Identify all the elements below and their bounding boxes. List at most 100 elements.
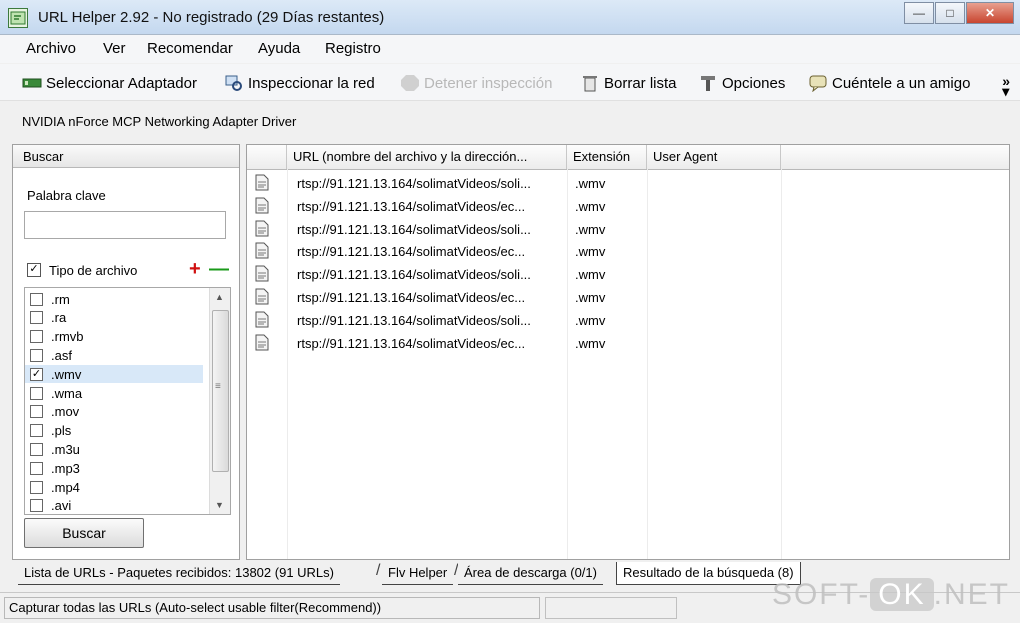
- extension-cell: .wmv: [575, 244, 606, 260]
- chat-bubble-icon: [808, 74, 828, 92]
- column-url[interactable]: URL (nombre del archivo y la dirección..…: [287, 145, 567, 169]
- table-row[interactable]: rtsp://91.121.13.164/solimatVideos/ec...…: [247, 332, 1009, 355]
- extension-label: .mov: [51, 404, 80, 420]
- column-extension[interactable]: Extensión: [567, 145, 647, 169]
- menu-ayuda[interactable]: Ayuda: [258, 40, 300, 57]
- results-grid: URL (nombre del archivo y la dirección..…: [246, 144, 1010, 560]
- extension-label: .m3u: [51, 441, 80, 457]
- extension-checkbox[interactable]: [30, 480, 43, 494]
- file-icon: [255, 220, 269, 237]
- extension-cell: .wmv: [575, 198, 606, 214]
- extension-item[interactable]: .ra: [25, 309, 203, 327]
- scroll-down-icon[interactable]: ▼: [215, 500, 224, 510]
- toolbar: Seleccionar Adaptador Inspeccionar la re…: [0, 64, 1020, 101]
- tab-download-area[interactable]: Área de descarga (0/1): [458, 562, 603, 585]
- inspect-network-icon: [224, 74, 244, 92]
- table-row[interactable]: rtsp://91.121.13.164/solimatVideos/soli.…: [247, 263, 1009, 286]
- table-row[interactable]: rtsp://91.121.13.164/solimatVideos/soli.…: [247, 309, 1009, 332]
- url-cell: rtsp://91.121.13.164/solimatVideos/soli.…: [297, 312, 531, 328]
- url-cell: rtsp://91.121.13.164/solimatVideos/ec...: [297, 290, 526, 305]
- extension-item[interactable]: .pls: [25, 422, 203, 440]
- extension-cell: .wmv: [575, 176, 606, 191]
- extension-checkbox[interactable]: [30, 330, 43, 344]
- extension-item[interactable]: ✓ .wmv: [25, 365, 203, 384]
- extension-checkbox[interactable]: [30, 405, 43, 419]
- file-icon: [255, 197, 269, 214]
- add-icon[interactable]: +: [189, 258, 201, 281]
- search-button[interactable]: Buscar: [24, 518, 144, 548]
- extension-cell: .wmv: [575, 290, 606, 305]
- table-row[interactable]: rtsp://91.121.13.164/solimatVideos/ec...…: [247, 286, 1009, 309]
- window-controls: — □ ✕: [903, 2, 1014, 24]
- inspect-network-button[interactable]: Inspeccionar la red: [224, 72, 375, 94]
- extension-item[interactable]: .mov: [25, 403, 203, 421]
- file-icon: [255, 288, 269, 305]
- stop-inspection-button[interactable]: Detener inspección: [400, 72, 552, 94]
- extension-checkbox[interactable]: [30, 424, 43, 438]
- clear-list-button[interactable]: Borrar lista: [580, 72, 677, 94]
- extension-cell: .wmv: [575, 267, 606, 283]
- extension-item[interactable]: .rmvb: [25, 328, 203, 346]
- extension-checkbox[interactable]: ✓: [30, 367, 43, 381]
- extension-item[interactable]: .rm: [25, 290, 203, 308]
- table-row[interactable]: rtsp://91.121.13.164/solimatVideos/soli.…: [247, 218, 1009, 241]
- extension-list-scrollbar[interactable]: ▲ ≡ ▼: [209, 288, 230, 514]
- status-text: Capturar todas las URLs (Auto-select usa…: [4, 597, 540, 619]
- extension-checkbox[interactable]: [30, 499, 43, 513]
- extension-checkbox[interactable]: [30, 461, 43, 475]
- network-card-icon: [22, 74, 42, 92]
- menu-recomendar[interactable]: Recomendar: [147, 40, 233, 57]
- extension-label: .rmvb: [51, 329, 84, 345]
- table-row[interactable]: rtsp://91.121.13.164/solimatVideos/soli.…: [247, 172, 1009, 195]
- extension-checkbox[interactable]: [30, 348, 43, 362]
- adapter-name: NVIDIA nForce MCP Networking Adapter Dri…: [22, 114, 297, 129]
- window-title: URL Helper 2.92 - No registrado (29 Días…: [38, 9, 385, 26]
- menu-registro[interactable]: Registro: [325, 40, 381, 57]
- search-panel-header: Buscar: [13, 145, 239, 168]
- tab-separator: /: [376, 562, 381, 579]
- close-button[interactable]: ✕: [966, 2, 1014, 24]
- extension-item[interactable]: .avi: [25, 497, 203, 514]
- inspect-network-label: Inspeccionar la red: [248, 74, 375, 92]
- tell-friend-button[interactable]: Cuéntele a un amigo: [808, 72, 970, 94]
- file-icon: [255, 265, 269, 282]
- menu-archivo[interactable]: Archivo: [26, 40, 76, 57]
- maximize-button[interactable]: □: [935, 2, 965, 24]
- menu-ver[interactable]: Ver: [103, 40, 126, 57]
- extension-item[interactable]: .wma: [25, 384, 203, 402]
- watermark-ok: OK: [870, 578, 934, 611]
- tab-url-list[interactable]: Lista de URLs - Paquetes recibidos: 1380…: [18, 562, 340, 585]
- grid-icon-column[interactable]: [247, 145, 287, 169]
- file-icon: [255, 311, 269, 328]
- keyword-label: Palabra clave: [27, 188, 106, 203]
- extension-item[interactable]: .mp3: [25, 459, 203, 477]
- extension-checkbox[interactable]: [30, 292, 43, 306]
- select-adapter-button[interactable]: Seleccionar Adaptador: [22, 72, 197, 94]
- extension-item[interactable]: .mp4: [25, 478, 203, 496]
- extension-checkbox[interactable]: [30, 442, 43, 456]
- keyword-input[interactable]: [24, 211, 226, 239]
- watermark: SOFT- OK .NET: [772, 578, 1010, 612]
- remove-icon[interactable]: —: [209, 258, 229, 281]
- options-button[interactable]: Opciones: [698, 72, 785, 94]
- extension-item[interactable]: .asf: [25, 346, 203, 364]
- clear-list-label: Borrar lista: [604, 74, 677, 92]
- column-user-agent[interactable]: User Agent: [647, 145, 781, 169]
- filetype-checkbox[interactable]: ✓: [27, 263, 41, 277]
- table-row[interactable]: rtsp://91.121.13.164/solimatVideos/ec...…: [247, 195, 1009, 218]
- url-cell: rtsp://91.121.13.164/solimatVideos/ec...: [297, 198, 526, 214]
- grid-header: URL (nombre del archivo y la dirección..…: [247, 145, 1009, 170]
- scroll-up-icon[interactable]: ▲: [215, 292, 224, 302]
- toolbar-overflow-icon[interactable]: » ▾: [1002, 74, 1010, 98]
- extension-label: .asf: [51, 347, 72, 363]
- table-row[interactable]: rtsp://91.121.13.164/solimatVideos/ec...…: [247, 240, 1009, 263]
- extension-list: ▲ ≡ ▼ .rm .ra .rmvb .asf ✓ .wmv .wma .mov .pls .m…: [24, 287, 231, 515]
- adapter-bar: NVIDIA nForce MCP Networking Adapter Dri…: [0, 101, 1020, 141]
- extension-checkbox[interactable]: [30, 386, 43, 400]
- extension-item[interactable]: .m3u: [25, 440, 203, 458]
- menu-bar: Archivo Ver Recomendar Ayuda Registro: [0, 35, 1020, 63]
- filetype-label: Tipo de archivo: [49, 263, 138, 278]
- extension-checkbox[interactable]: [30, 311, 43, 325]
- tab-flv-helper[interactable]: Flv Helper: [382, 562, 454, 585]
- minimize-button[interactable]: —: [904, 2, 934, 24]
